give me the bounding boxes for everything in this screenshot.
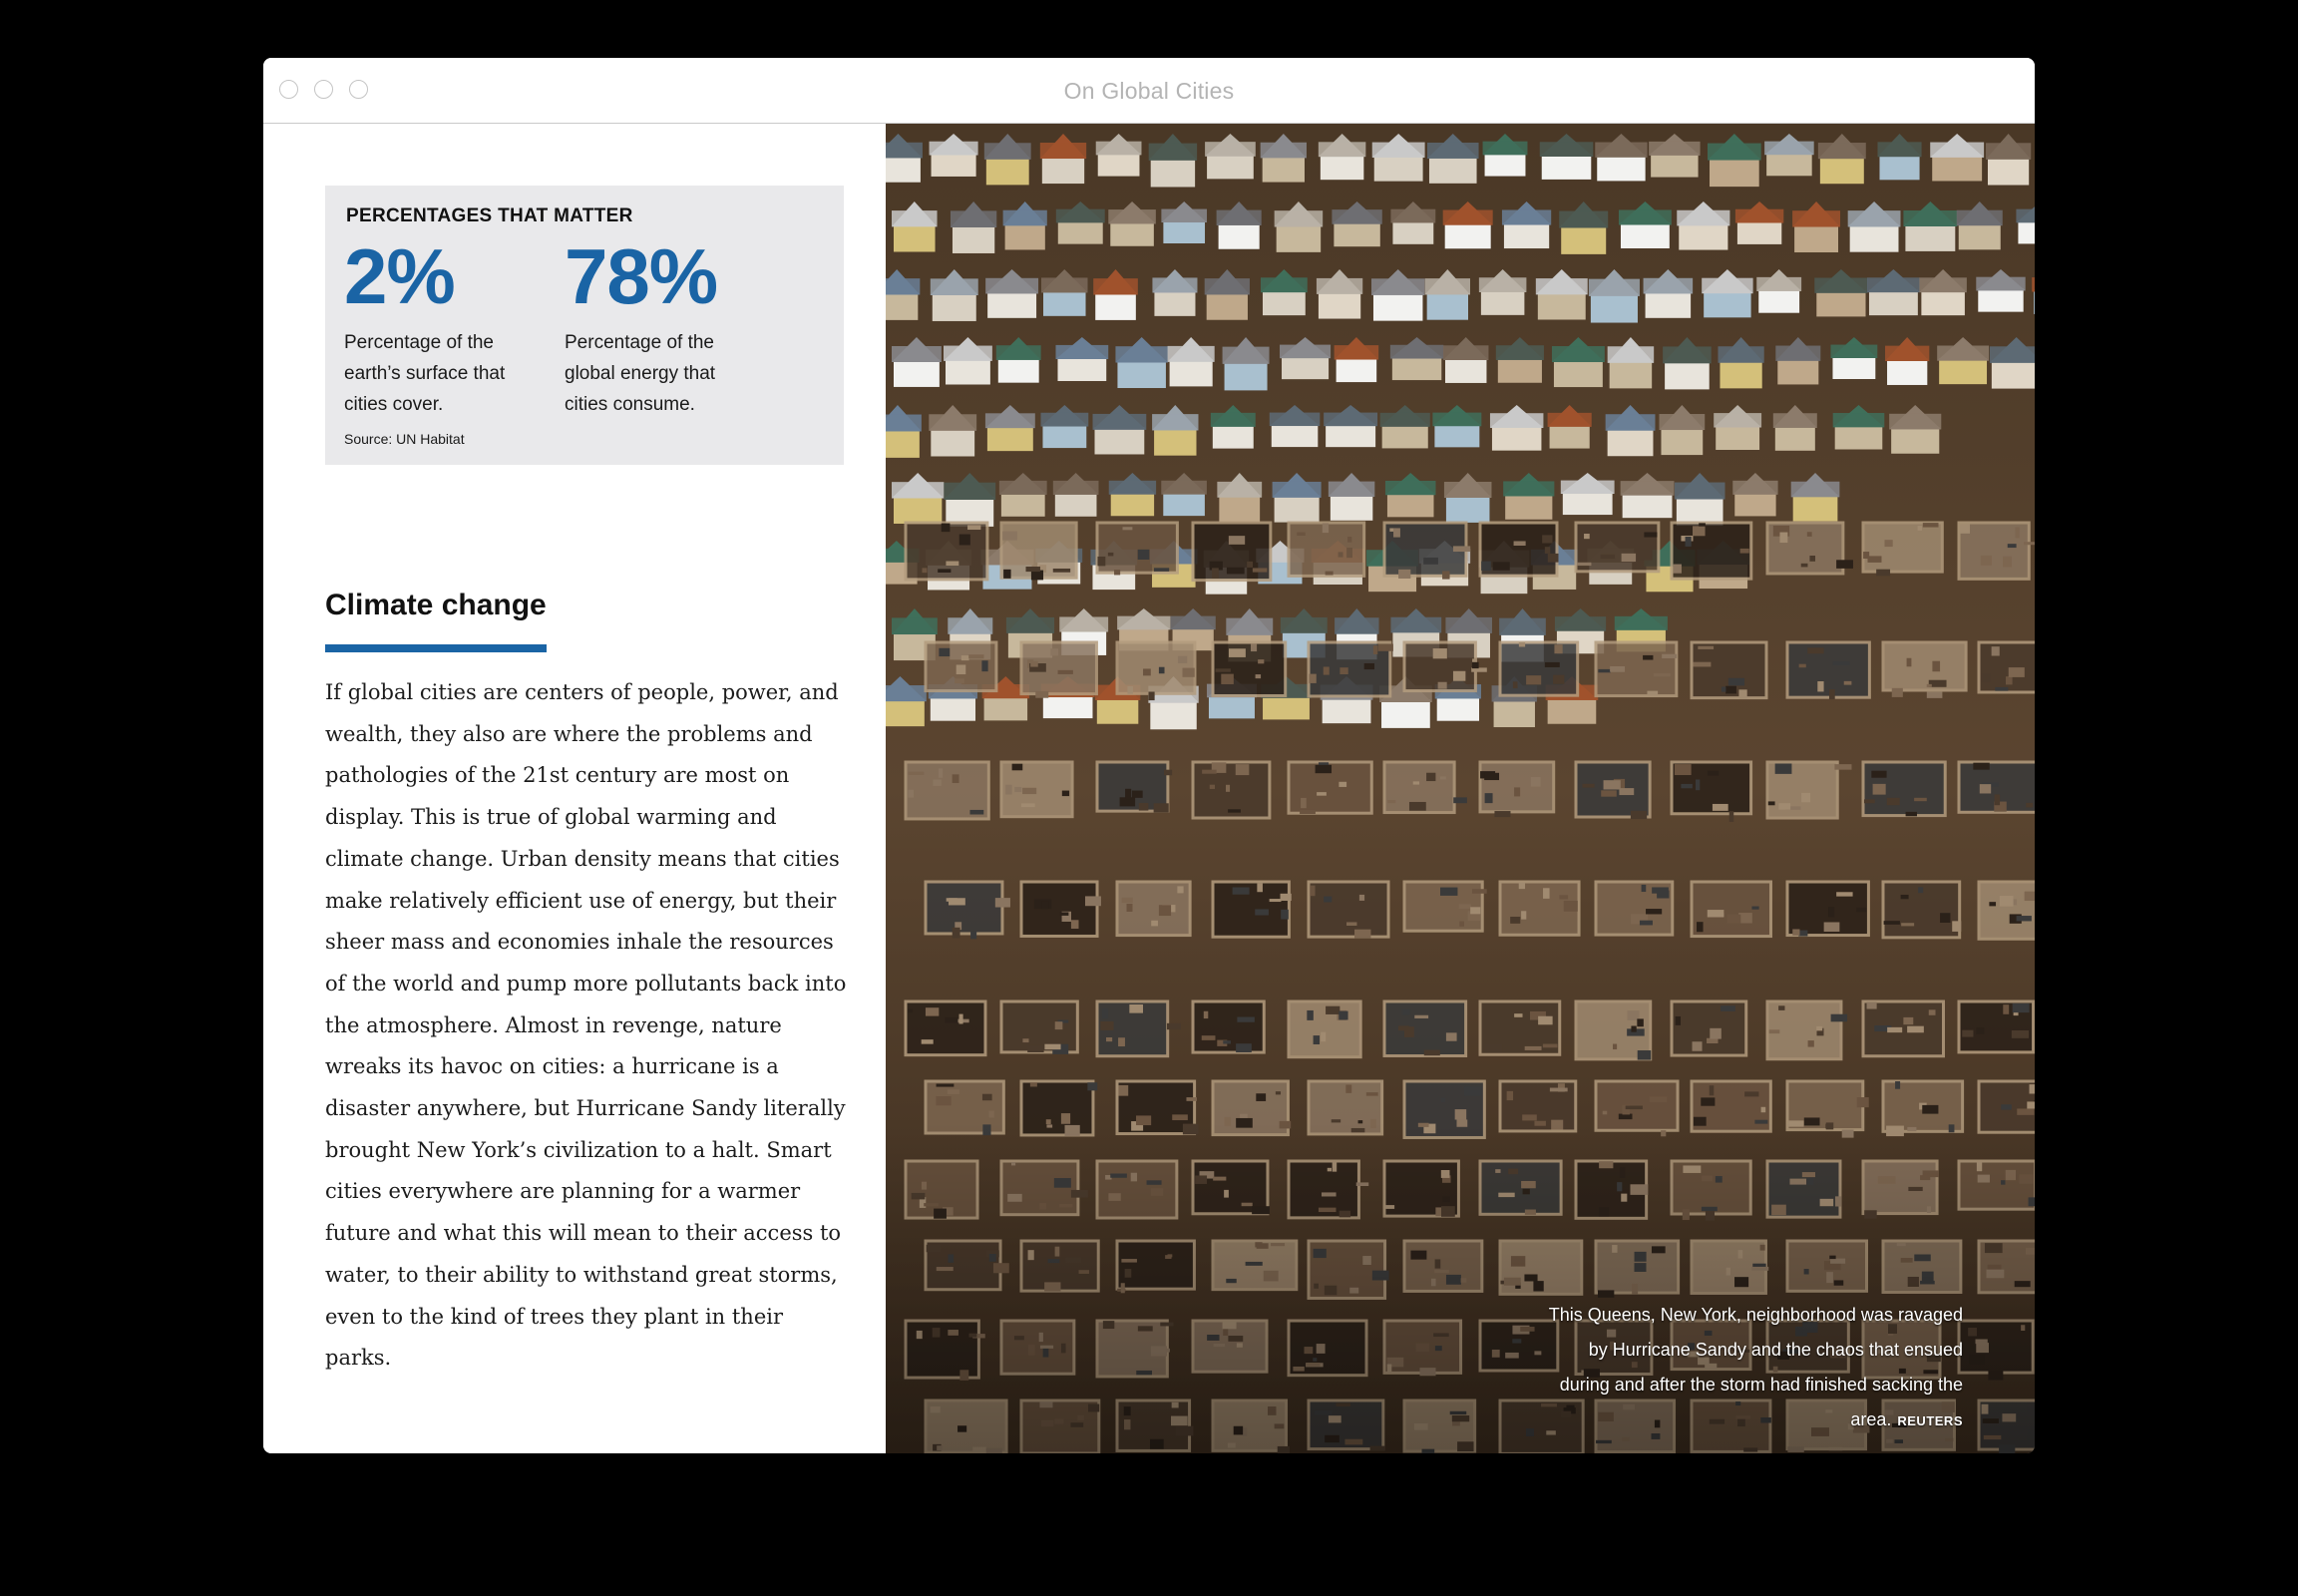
- photo-caption: This Queens, New York, neighborhood was …: [1544, 1298, 1963, 1438]
- article-body: If global cities are centers of people, …: [325, 680, 847, 1371]
- aerial-neighborhood-image: [886, 124, 2035, 1453]
- photo-credit: REUTERS: [1897, 1413, 1963, 1428]
- app-window: On Global Cities PERCENTAGES THAT MATTER…: [263, 58, 2035, 1453]
- stats-source: Source: UN Habitat: [344, 431, 465, 447]
- heading-underline: [325, 644, 547, 652]
- section-heading: Climate change: [325, 589, 547, 621]
- stats-box: PERCENTAGES THAT MATTER 2% Percentage of…: [325, 186, 844, 465]
- stat-value: 2%: [344, 232, 456, 320]
- stat-description: Percentage of the global energy that cit…: [565, 332, 716, 415]
- article-text-pane: PERCENTAGES THAT MATTER 2% Percentage of…: [263, 124, 886, 1453]
- title-bar[interactable]: On Global Cities: [263, 58, 2035, 124]
- stat-value: 78%: [565, 232, 718, 320]
- stat-item: 78% Percentage of the global energy that…: [565, 237, 764, 420]
- stat-description: Percentage of the earth’s surface that c…: [344, 332, 506, 415]
- window-title: On Global Cities: [1063, 78, 1235, 104]
- photo-caption-text: This Queens, New York, neighborhood was …: [1548, 1305, 1963, 1429]
- stats-heading: PERCENTAGES THAT MATTER: [346, 205, 633, 226]
- hurricane-aerial-photo: This Queens, New York, neighborhood was …: [886, 124, 2035, 1453]
- stat-item: 2% Percentage of the earth’s surface tha…: [344, 237, 544, 420]
